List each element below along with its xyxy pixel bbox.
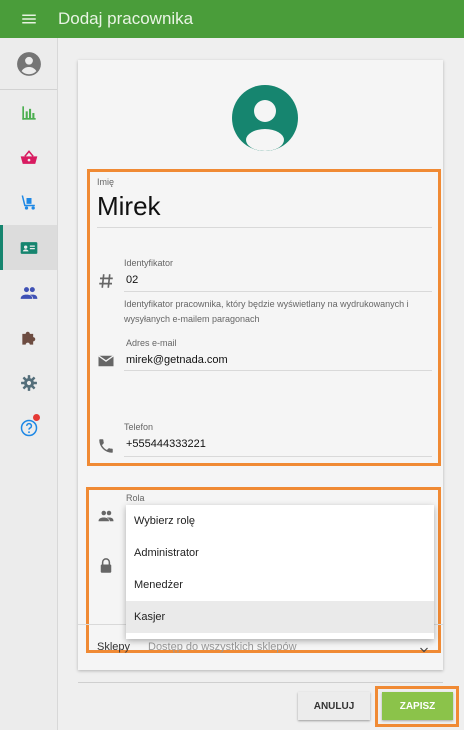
page-title: Dodaj pracownika	[58, 9, 194, 28]
id-hint: Identyfikator pracownika, który będzie w…	[124, 299, 409, 324]
nav-help[interactable]	[0, 405, 57, 450]
id-label: Identyfikator	[124, 258, 174, 268]
person-icon	[246, 100, 284, 151]
role-label: Rola	[126, 493, 145, 503]
role-option-placeholder[interactable]: Wybierz rolę	[126, 505, 434, 537]
actions-divider	[78, 682, 443, 683]
email-label: Adres e-mail	[126, 338, 177, 348]
nav-integrations[interactable]	[0, 315, 57, 360]
nav-settings[interactable]	[0, 360, 57, 405]
name-input[interactable]: Mirek	[97, 191, 161, 221]
lock-icon	[97, 557, 115, 580]
stores-label: Sklepy	[97, 641, 131, 653]
basket-icon	[20, 149, 37, 164]
navigation-rail	[0, 38, 58, 730]
email-icon	[97, 352, 115, 375]
id-input[interactable]: 02	[126, 274, 138, 286]
email-input[interactable]: mirek@getnada.com	[126, 354, 228, 366]
menu-icon[interactable]	[0, 0, 58, 38]
account-button[interactable]	[0, 38, 57, 90]
stores-select[interactable]: Dostęp do wszystkich sklepów	[148, 641, 297, 653]
chevron-down-icon[interactable]	[418, 643, 430, 661]
cancel-button[interactable]: ANULUJ	[298, 692, 370, 720]
name-underline	[97, 227, 432, 228]
bar-chart-icon	[21, 105, 36, 120]
role-dropdown-menu: Wybierz rolę Administrator Menedżer Kasj…	[126, 505, 434, 639]
phone-label: Telefon	[124, 422, 154, 432]
nav-items[interactable]	[0, 180, 57, 225]
role-people-icon	[97, 507, 115, 530]
role-option-administrator[interactable]: Administrator	[126, 537, 434, 569]
puzzle-icon	[21, 331, 35, 345]
employee-avatar[interactable]	[232, 85, 298, 151]
id-underline	[124, 291, 432, 292]
role-option-cashier[interactable]: Kasjer	[126, 601, 434, 633]
email-underline	[124, 370, 432, 371]
phone-icon	[97, 437, 115, 460]
hand-truck-icon	[21, 194, 35, 210]
role-option-manager[interactable]: Menedżer	[126, 569, 434, 601]
nav-reports[interactable]	[0, 90, 57, 135]
hash-icon	[97, 272, 115, 295]
badge-icon	[20, 241, 37, 254]
phone-input[interactable]: +555444333221	[126, 438, 206, 450]
nav-employees[interactable]	[0, 225, 57, 270]
app-bar: Dodaj pracownika	[0, 0, 464, 38]
name-label: Imię	[97, 177, 115, 187]
people-icon	[20, 286, 37, 299]
nav-customers[interactable]	[0, 270, 57, 315]
notification-dot	[33, 414, 40, 421]
phone-underline	[124, 456, 432, 457]
gear-icon	[20, 374, 37, 391]
save-button[interactable]: ZAPISZ	[382, 692, 453, 720]
nav-sales[interactable]	[0, 135, 57, 180]
account-circle-icon	[16, 51, 41, 76]
